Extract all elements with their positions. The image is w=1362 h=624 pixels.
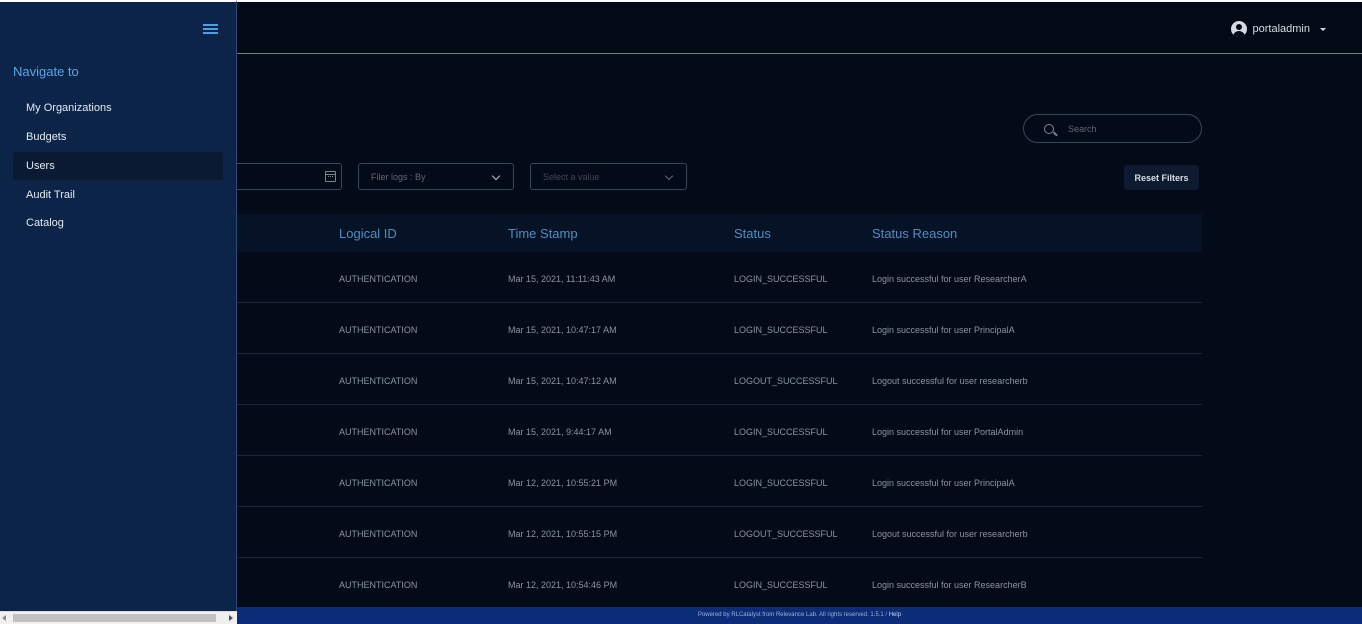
sidebar-item-users[interactable]: Users	[13, 152, 223, 180]
table-row: AUTHENTICATION Mar 12, 2021, 10:55:21 PM L…	[237, 456, 1202, 507]
hamburger-menu-icon[interactable]	[203, 24, 218, 34]
cell-time-stamp: Mar 12, 2021, 10:55:21 PM	[508, 478, 618, 488]
search-icon	[1044, 123, 1054, 134]
cell-time-stamp: Mar 12, 2021, 10:54:46 PM	[508, 580, 618, 590]
cell-logical-id: AUTHENTICATION	[339, 274, 418, 284]
cell-status-reason: Login successful for user ResearcherA	[872, 274, 1027, 284]
scroll-right-arrow-icon[interactable]	[229, 615, 233, 621]
audit-log-table: Logical ID Time Stamp Status Status Reas…	[237, 214, 1202, 609]
date-range-field[interactable]	[220, 163, 342, 190]
table-body: AUTHENTICATION Mar 15, 2021, 11:11:43 AM L…	[237, 252, 1202, 609]
cell-status-reason: Login successful for user PrincipalA	[872, 325, 1015, 335]
cell-time-stamp: Mar 12, 2021, 10:55:15 PM	[508, 529, 618, 539]
footer: Powered by RLCatalyst from Relevance Lab…	[237, 607, 1362, 624]
cell-status-reason: Login successful for user ResearcherB	[872, 580, 1027, 590]
column-header-status[interactable]: Status	[734, 226, 771, 241]
cell-status-reason: Logout successful for user researcherb	[872, 376, 1028, 386]
sidebar-item-catalog[interactable]: Catalog	[13, 209, 223, 237]
cell-time-stamp: Mar 15, 2021, 11:11:43 AM	[508, 274, 616, 284]
sidebar-item-audit-trail[interactable]: Audit Trail	[13, 181, 223, 209]
table-row: AUTHENTICATION Mar 12, 2021, 10:54:46 PM L…	[237, 558, 1202, 609]
chevron-down-icon	[491, 171, 501, 181]
scrollbar-thumb[interactable]	[13, 614, 216, 622]
cell-logical-id: AUTHENTICATION	[339, 580, 418, 590]
cell-status: LOGOUT_SUCCESSFUL	[734, 529, 838, 539]
cell-status-reason: Logout successful for user researcherb	[872, 529, 1028, 539]
cell-logical-id: AUTHENTICATION	[339, 529, 418, 539]
cell-logical-id: AUTHENTICATION	[339, 478, 418, 488]
table-header: Logical ID Time Stamp Status Status Reas…	[237, 214, 1202, 252]
table-row: AUTHENTICATION Mar 15, 2021, 11:11:43 AM L…	[237, 252, 1202, 303]
sidebar-item-my-organizations[interactable]: My Organizations	[13, 94, 223, 122]
user-avatar-icon	[1230, 21, 1247, 37]
cell-time-stamp: Mar 15, 2021, 10:47:17 AM	[508, 325, 617, 335]
filter-value-select[interactable]: Select a value	[530, 163, 687, 190]
user-menu[interactable]: portaladmin	[1230, 21, 1326, 37]
help-link[interactable]: Help	[889, 612, 901, 618]
sidebar: Navigate to My Organizations Budgets Users…	[0, 0, 237, 611]
footer-text: Powered by RLCatalyst from Relevance Lab…	[697, 612, 889, 618]
chevron-down-icon	[664, 171, 674, 181]
table-row: AUTHENTICATION Mar 15, 2021, 10:47:12 AM L…	[237, 354, 1202, 405]
cell-logical-id: AUTHENTICATION	[339, 376, 418, 386]
cell-status: LOGIN_SUCCESSFUL	[734, 274, 828, 284]
column-header-time-stamp[interactable]: Time Stamp	[508, 226, 578, 241]
search-box[interactable]	[1023, 114, 1202, 143]
filter-value-placeholder: Select a value	[543, 171, 600, 182]
username-label: portaladmin	[1252, 23, 1310, 35]
table-row: AUTHENTICATION Mar 15, 2021, 9:44:17 AM LO…	[237, 405, 1202, 456]
cell-status: LOGIN_SUCCESSFUL	[734, 325, 828, 335]
cell-status: LOGIN_SUCCESSFUL	[734, 478, 828, 488]
cell-logical-id: AUTHENTICATION	[339, 325, 418, 335]
cell-logical-id: AUTHENTICATION	[339, 427, 418, 437]
cell-status-reason: Login successful for user PrincipalA	[872, 478, 1015, 488]
sidebar-title: Navigate to	[13, 64, 79, 79]
cell-time-stamp: Mar 15, 2021, 9:44:17 AM	[508, 427, 612, 437]
cell-status: LOGIN_SUCCESSFUL	[734, 427, 828, 437]
horizontal-scrollbar[interactable]	[0, 611, 237, 624]
filter-by-placeholder: Filer logs : By	[371, 171, 426, 182]
cell-status: LOGOUT_SUCCESSFUL	[734, 376, 838, 386]
cell-status: LOGIN_SUCCESSFUL	[734, 580, 828, 590]
cell-time-stamp: Mar 15, 2021, 10:47:12 AM	[508, 376, 617, 386]
filter-by-select[interactable]: Filer logs : By	[358, 163, 514, 190]
table-row: AUTHENTICATION Mar 12, 2021, 10:55:15 PM L…	[237, 507, 1202, 558]
scroll-left-arrow-icon[interactable]	[2, 615, 6, 621]
reset-filters-button[interactable]: Reset Filters	[1124, 165, 1199, 190]
column-header-status-reason[interactable]: Status Reason	[872, 226, 957, 241]
column-header-logical-id[interactable]: Logical ID	[339, 226, 397, 241]
calendar-icon[interactable]	[325, 171, 336, 182]
sidebar-item-budgets[interactable]: Budgets	[13, 123, 223, 151]
table-row: AUTHENTICATION Mar 15, 2021, 10:47:17 AM L…	[237, 303, 1202, 354]
cell-status-reason: Login successful for user PortalAdmin	[872, 427, 1024, 437]
caret-down-icon	[1320, 27, 1326, 31]
search-input[interactable]	[1068, 123, 1178, 134]
